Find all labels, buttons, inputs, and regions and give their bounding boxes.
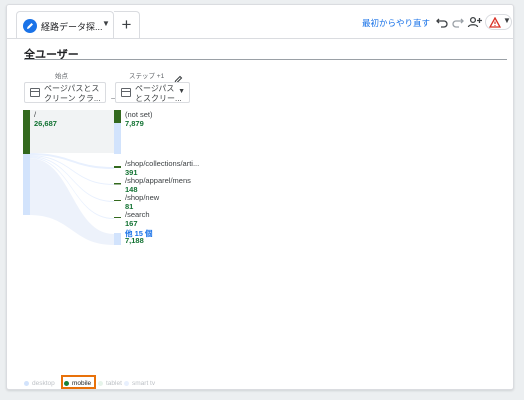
next-node-collections-bar[interactable] (114, 166, 121, 168)
legend-item-tablet[interactable]: tablet (98, 380, 122, 387)
start-node-dropoff[interactable] (23, 154, 30, 215)
start-node-bar[interactable] (23, 110, 30, 154)
legend-dot-icon (98, 380, 103, 386)
start-node-value: 26,687 (34, 119, 57, 128)
legend-item-smart-tv[interactable]: smart tv (124, 380, 155, 387)
next-node-more-bar[interactable] (114, 233, 121, 245)
next-node-not-set-dropoff[interactable] (114, 123, 121, 154)
exploration-card: 経路データ探... ▼ + 最初からやり直す ▼ 全ユーザー 始点 ステップ +… (6, 4, 514, 390)
next-node-search-bar[interactable] (114, 217, 121, 218)
flow-to-not-set[interactable] (29, 110, 114, 153)
active-legend-highlight (61, 375, 96, 389)
legend-dot-icon (24, 380, 29, 386)
legend-dot-icon (124, 380, 129, 386)
flow-to-more[interactable] (29, 158, 114, 245)
next-node-new-bar[interactable] (114, 200, 121, 201)
next-node-value: 7,879 (125, 119, 144, 128)
next-node-mens-bar[interactable] (114, 183, 121, 185)
legend-item-desktop[interactable]: desktop (24, 380, 55, 387)
sankey-diagram (23, 110, 121, 245)
next-node-value: 167 (125, 219, 138, 228)
next-node-not-set-bar[interactable] (114, 110, 121, 123)
more-nodes-value: 7,188 (125, 236, 144, 245)
